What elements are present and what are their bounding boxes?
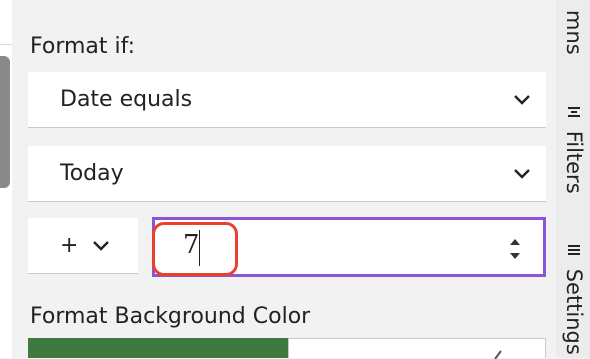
date-select[interactable]: Today [28,146,546,202]
operator-select[interactable]: + [28,218,138,274]
background-color-label: Format Background Color [30,304,311,329]
annotation-highlight [152,222,238,276]
tab-filters[interactable]: Filters [562,106,586,194]
settings-icon [562,244,586,256]
filter-icon [562,106,586,118]
right-tab-rail: mns Filters Settings [556,0,590,358]
tab-columns[interactable]: mns [562,10,586,55]
tab-settings-label: Settings [562,268,586,355]
divider [0,44,12,45]
tab-settings[interactable]: Settings [562,244,586,355]
operator-select-value: + [60,233,79,258]
chevron-down-icon [88,240,114,251]
condition-select-value: Date equals [60,87,193,112]
date-select-value: Today [60,161,124,186]
scrollbar-thumb[interactable] [0,56,10,188]
chevron-down-icon [498,94,546,105]
condition-select[interactable]: Date equals [28,72,546,128]
chevron-down-icon [498,168,546,179]
number-stepper-icon[interactable] [507,234,523,264]
background-color-picker-button[interactable] [288,338,546,359]
tab-filters-label: Filters [562,130,586,194]
tab-columns-label: mns [562,10,586,55]
background-color-swatch[interactable] [28,338,288,358]
format-if-label: Format if: [30,34,136,59]
